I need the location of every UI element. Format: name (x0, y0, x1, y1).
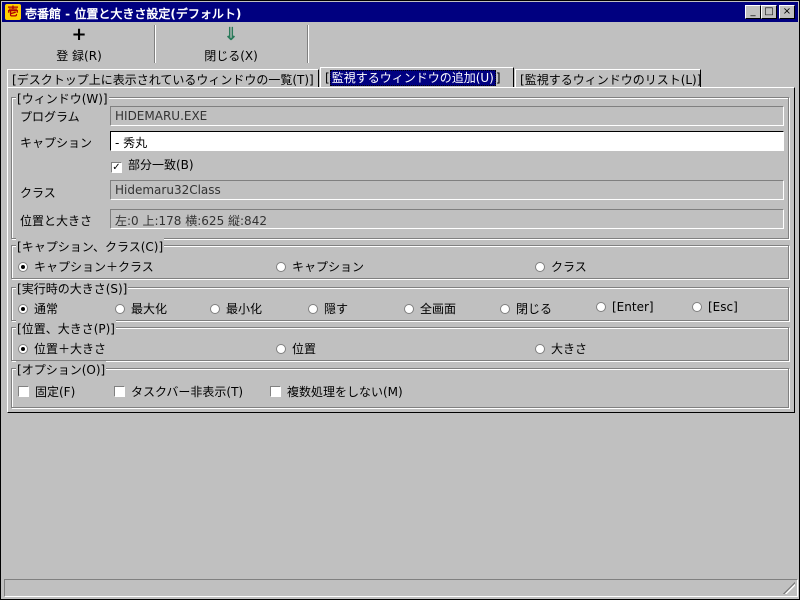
position-size-group: [位置、大きさ(P)] 位置＋大きさ 位置 大きさ (11, 320, 789, 361)
program-label: プログラム (20, 110, 80, 124)
caption-label: キャプション (20, 136, 93, 150)
app-icon[interactable]: 壱 (5, 4, 21, 20)
radio-normal[interactable]: 通常 (18, 300, 58, 317)
runtime-size-group-title: [実行時の大きさ(S)] (16, 280, 129, 297)
radio-fullscreen[interactable]: 全画面 (404, 300, 456, 317)
checkbox-box: ✓ (111, 162, 122, 173)
class-field: Hidemaru32Class (110, 180, 784, 200)
window-group: [ウィンドウ(W)] プログラム HIDEMARU.EXE キャプション - 秀… (11, 90, 789, 239)
exit-door-icon: ⇓ (223, 24, 239, 45)
window-title: 壱番館 - 位置と大きさ設定(デフォルト) (25, 7, 242, 21)
checkbox-box (270, 386, 281, 397)
radio-dot (18, 304, 28, 314)
class-label: クラス (20, 186, 56, 200)
radio-dot (276, 262, 286, 272)
program-field: HIDEMARU.EXE (110, 106, 784, 126)
checkbox-box (114, 386, 125, 397)
partial-match-checkbox[interactable]: ✓ 部分一致(B) (111, 156, 194, 173)
caption-class-group-title: [キャプション、クラス(C)] (16, 238, 165, 255)
tab-label: デスクトップ上に表示されているウィンドウの一覧(T) (16, 73, 310, 87)
close-tool-label: 閉じる(X) (204, 49, 258, 63)
radio-close[interactable]: 閉じる (500, 300, 552, 317)
radio-enter[interactable]: [Enter] (596, 300, 654, 314)
status-bar (4, 579, 798, 597)
plus-icon: + (71, 24, 87, 45)
radio-size[interactable]: 大きさ (535, 340, 587, 357)
window-group-title: [ウィンドウ(W)] (16, 90, 109, 107)
radio-dot (535, 344, 545, 354)
options-group-title: [オプション(O)] (16, 361, 107, 378)
main-window: 壱 壱番館 - 位置と大きさ設定(デフォルト) _ □ × + 登 録(R) ⇓… (0, 0, 800, 600)
resize-grip-icon[interactable] (783, 582, 795, 594)
tab-label: 監視するウィンドウの追加(U) (329, 70, 496, 86)
partial-match-label: 部分一致(B) (128, 158, 194, 172)
tab-label: 監視するウィンドウのリスト(L) (524, 73, 697, 87)
radio-dot (276, 344, 286, 354)
no-multiple-checkbox[interactable]: 複数処理をしない(M) (270, 383, 403, 400)
position-size-group-title: [位置、大きさ(P)] (16, 320, 116, 337)
radio-dot (308, 304, 318, 314)
title-bar[interactable]: 壱 壱番館 - 位置と大きさ設定(デフォルト) _ □ × (2, 2, 798, 22)
radio-esc[interactable]: [Esc] (692, 300, 738, 314)
tab-panel: [ウィンドウ(W)] プログラム HIDEMARU.EXE キャプション - 秀… (7, 87, 795, 413)
radio-dot (18, 262, 28, 272)
register-label: 登 録(R) (56, 49, 102, 63)
radio-maximize[interactable]: 最大化 (115, 300, 167, 317)
tab-watch-list[interactable]: [監視するウィンドウのリスト(L)] (515, 69, 701, 87)
options-group: [オプション(O)] 固定(F) タスクバー非表示(T) 複数処理をしない(M) (11, 361, 789, 408)
runtime-size-group: [実行時の大きさ(S)] 通常 最大化 最小化 隠す 全画面 閉じる [Ente… (11, 280, 789, 321)
register-button[interactable]: + 登 録(R) (4, 25, 155, 63)
tab-add-watch[interactable]: [監視するウィンドウの追加(U)] (320, 67, 514, 87)
close-button[interactable]: × (779, 5, 795, 19)
toolbar: + 登 録(R) ⇓ 閉じる(X) (2, 23, 798, 65)
radio-caption-class[interactable]: キャプション＋クラス (18, 258, 154, 275)
fixed-checkbox[interactable]: 固定(F) (18, 383, 75, 400)
radio-dot (18, 344, 28, 354)
tab-desktop-windows[interactable]: [デスクトップ上に表示されているウィンドウの一覧(T)] (7, 69, 319, 87)
radio-hide[interactable]: 隠す (308, 300, 348, 317)
position-size-field: 左:0 上:178 横:625 縦:842 (110, 209, 784, 229)
radio-dot (115, 304, 125, 314)
radio-minimize[interactable]: 最小化 (210, 300, 262, 317)
radio-dot (692, 302, 702, 312)
radio-dot (210, 304, 220, 314)
radio-dot (596, 302, 606, 312)
radio-position[interactable]: 位置 (276, 340, 316, 357)
position-size-label: 位置と大きさ (20, 214, 93, 228)
radio-dot (500, 304, 510, 314)
caption-class-group: [キャプション、クラス(C)] キャプション＋クラス キャプション クラス (11, 238, 789, 279)
caption-input[interactable]: - 秀丸 (110, 131, 784, 151)
checkbox-box (18, 386, 29, 397)
minimize-button[interactable]: _ (745, 5, 761, 19)
close-tool-button[interactable]: ⇓ 閉じる(X) (155, 25, 308, 63)
maximize-button[interactable]: □ (761, 5, 777, 19)
hide-taskbar-checkbox[interactable]: タスクバー非表示(T) (114, 383, 243, 400)
radio-position-size[interactable]: 位置＋大きさ (18, 340, 106, 357)
radio-class[interactable]: クラス (535, 258, 587, 275)
radio-dot (404, 304, 414, 314)
radio-caption[interactable]: キャプション (276, 258, 364, 275)
radio-dot (535, 262, 545, 272)
